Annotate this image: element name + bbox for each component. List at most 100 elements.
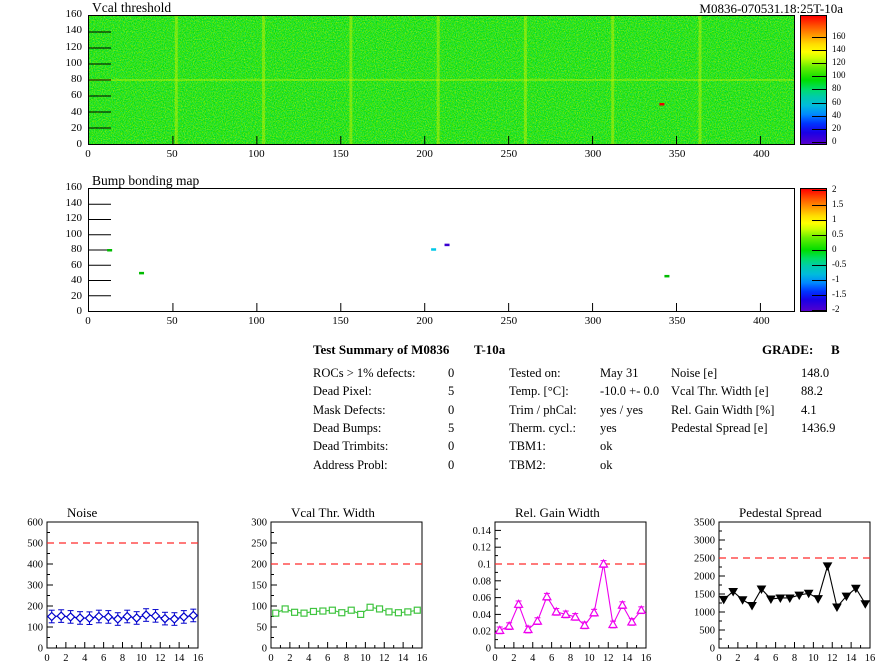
svg-text:0: 0 xyxy=(492,653,497,664)
map-x-axis-label: 400 xyxy=(753,148,770,160)
summary-condition-value: yes / yes xyxy=(600,402,644,417)
svg-text:0: 0 xyxy=(262,644,267,655)
colorbar-label: 120 xyxy=(832,57,846,68)
colorbar-tick xyxy=(812,219,827,221)
svg-text:0.04: 0.04 xyxy=(473,610,492,621)
summary-defect-label: Dead Pixel: xyxy=(313,384,372,399)
svg-text:600: 600 xyxy=(27,518,43,529)
svg-text:0.02: 0.02 xyxy=(473,627,491,638)
vcal-threshold-map-surface xyxy=(89,16,794,144)
map-x-axis-label: 300 xyxy=(584,315,602,327)
map-y-axis-label: 40 xyxy=(71,105,82,118)
summary-defect-label: Dead Trimbits: xyxy=(313,439,389,454)
colorbar-label: -1 xyxy=(832,274,840,284)
map-x-axis-label: 0 xyxy=(85,148,91,160)
svg-text:6: 6 xyxy=(773,653,778,664)
colorbar-label: 80 xyxy=(832,83,841,94)
grade-label: GRADE: xyxy=(762,342,814,357)
svg-text:200: 200 xyxy=(27,602,43,613)
bump-bonding-title: Bump bonding map xyxy=(92,173,200,188)
colorbar-tick xyxy=(812,295,827,296)
map-y-axis-label: 60 xyxy=(71,258,82,271)
summary-result-label: Pedestal Spread [e] xyxy=(671,420,768,435)
svg-text:16: 16 xyxy=(641,653,652,664)
summary-result-label: Vcal Thr. Width [e] xyxy=(671,384,769,399)
map-y-axis-label: 140 xyxy=(65,196,83,209)
chart-pedestal-spread: Pedestal Spread 0 500 1000 1500 2000 2500 3000 3… xyxy=(694,505,876,664)
vcal-threshold-title: Vcal threshold xyxy=(92,0,172,15)
colorbar-label: 2 xyxy=(832,183,837,194)
colorbar-label: -0.5 xyxy=(832,259,847,269)
colorbar-label: 0.5 xyxy=(832,228,844,239)
map-y-axis-label: 160 xyxy=(65,181,83,193)
svg-text:Vcal Thr. Width: Vcal Thr. Width xyxy=(291,505,375,520)
module-test-report-canvas: Vcal threshold M0836-070531.18:25T-10a B… xyxy=(0,0,896,672)
summary-defect-value: 5 xyxy=(448,384,455,399)
vcal-threshold-colorbar xyxy=(800,15,827,145)
svg-text:0: 0 xyxy=(44,653,49,664)
svg-text:500: 500 xyxy=(699,626,715,637)
map-x-axis-label: 50 xyxy=(166,315,178,327)
svg-text:Rel. Gain Width: Rel. Gain Width xyxy=(515,505,600,520)
svg-text:12: 12 xyxy=(155,653,166,664)
svg-text:10: 10 xyxy=(584,653,595,664)
map-y-axis-label: 120 xyxy=(65,40,83,53)
svg-text:0: 0 xyxy=(710,644,715,655)
svg-text:4: 4 xyxy=(754,653,760,664)
map-x-axis-label: 0 xyxy=(85,315,91,327)
map-y-axis-label: 40 xyxy=(71,274,82,286)
colorbar-tick xyxy=(812,115,827,117)
svg-text:4: 4 xyxy=(306,653,312,664)
svg-text:50: 50 xyxy=(257,623,268,634)
colorbar-tick xyxy=(812,250,827,251)
svg-text:500: 500 xyxy=(27,539,43,550)
map-y-axis-label: 160 xyxy=(65,8,83,20)
colorbar-tick xyxy=(812,142,827,143)
colorbar-tick xyxy=(812,265,827,266)
svg-text:10: 10 xyxy=(136,653,147,664)
svg-text:16: 16 xyxy=(865,653,876,664)
summary-defect-value: 0 xyxy=(448,439,455,454)
map-x-axis-label: 250 xyxy=(500,315,518,327)
summary-condition-value: ok xyxy=(600,457,613,472)
map-y-axis-label: 100 xyxy=(65,227,83,240)
colorbar-tick xyxy=(812,189,827,191)
map-y-axis-label: 140 xyxy=(65,24,83,37)
svg-text:400: 400 xyxy=(27,560,43,571)
summary-condition-label: Therm. cycl.: xyxy=(509,420,576,435)
svg-text:2500: 2500 xyxy=(694,554,715,565)
svg-text:14: 14 xyxy=(174,653,185,664)
svg-text:10: 10 xyxy=(360,653,371,664)
svg-text:Noise: Noise xyxy=(67,505,98,520)
grade-value: B xyxy=(831,342,840,357)
svg-text:4: 4 xyxy=(82,653,88,664)
map-x-axis-label: 200 xyxy=(416,148,433,160)
chart-noise: Noise 0 100 200 300 400 500 600 0 2 4 6 8 10 12 14 16 xyxy=(27,505,204,664)
colorbar-label: -2 xyxy=(832,304,840,315)
colorbar-tick xyxy=(812,234,827,236)
colorbar-tick xyxy=(812,102,827,104)
colorbar-tick xyxy=(812,128,827,130)
summary-defect-value: 0 xyxy=(448,457,455,472)
svg-text:16: 16 xyxy=(193,653,204,664)
svg-text:0: 0 xyxy=(486,644,491,655)
colorbar-label: 20 xyxy=(832,122,841,133)
summary-result-value: 88.2 xyxy=(801,384,823,399)
summary-condition-value: May 31 xyxy=(600,366,639,380)
summary-condition-value: yes xyxy=(600,420,617,435)
map-y-axis-label: 60 xyxy=(71,89,82,102)
summary-defect-value: 5 xyxy=(448,420,455,435)
map-x-axis-label: 350 xyxy=(668,148,686,160)
summary-title: Test Summary of M0836 xyxy=(313,342,450,357)
chart-vcal-thr-width: Vcal Thr. Width 0 50 100 150 200 250 300 0 2 4 6 8 10… xyxy=(251,505,427,664)
svg-text:200: 200 xyxy=(251,560,267,571)
colorbar-label: 0 xyxy=(832,136,837,146)
map-x-axis-label: 50 xyxy=(166,148,178,160)
svg-text:2: 2 xyxy=(287,653,292,664)
svg-text:2000: 2000 xyxy=(694,572,715,583)
svg-text:12: 12 xyxy=(603,653,614,664)
map-x-axis-label: 350 xyxy=(668,315,686,327)
svg-text:1000: 1000 xyxy=(694,608,715,619)
colorbar-tick xyxy=(812,89,827,91)
svg-text:0.08: 0.08 xyxy=(473,576,491,587)
